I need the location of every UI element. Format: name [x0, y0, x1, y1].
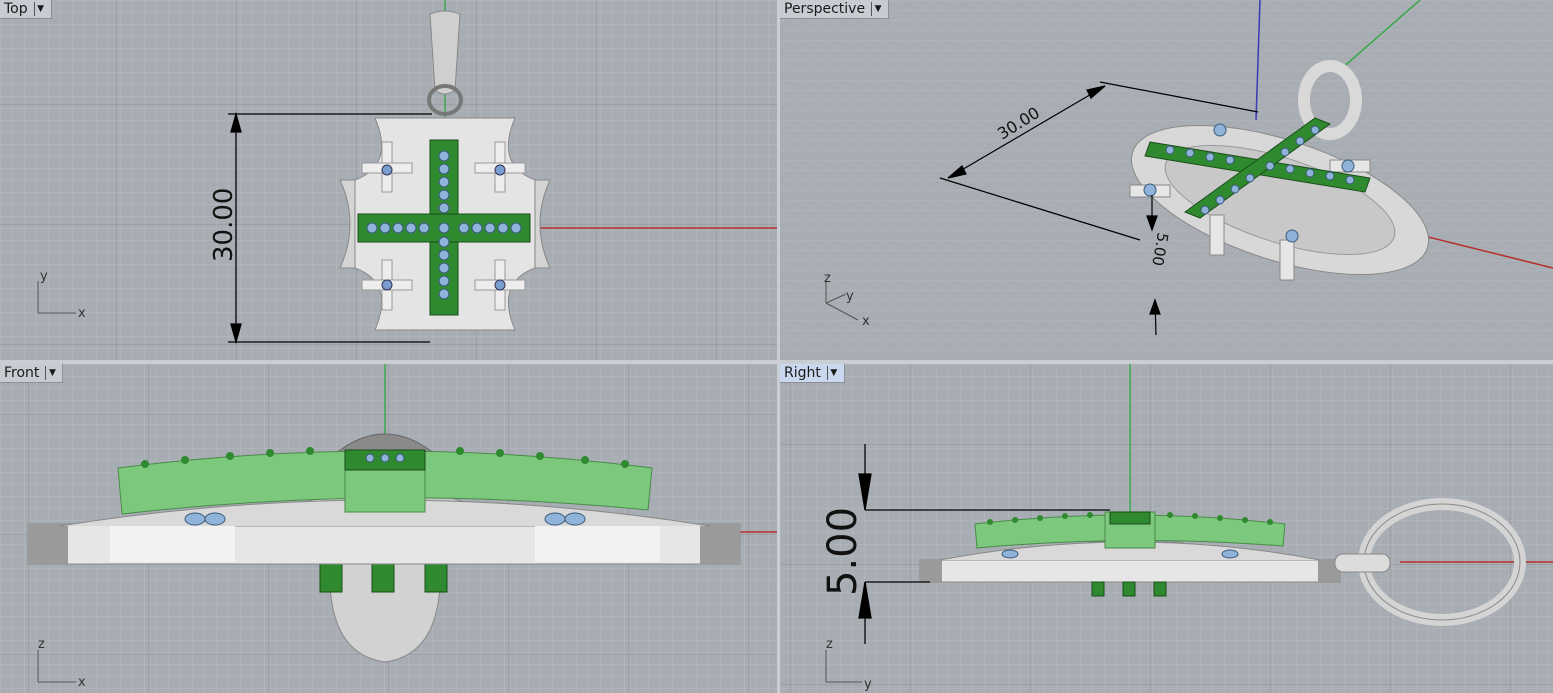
viewport-title: Perspective — [784, 1, 866, 17]
viewport-title: Front — [4, 365, 40, 381]
tab-top-viewport[interactable]: Top ▼ — [0, 0, 52, 19]
tab-perspective-viewport[interactable]: Perspective ▼ — [780, 0, 890, 19]
viewport-title: Top — [4, 1, 28, 17]
right-view-canvas[interactable]: 5.00 y z — [780, 364, 1553, 693]
svg-text:y: y — [40, 269, 48, 284]
viewport-perspective[interactable]: 30.00 5.00 x z y Perspective ▼ — [780, 0, 1553, 360]
right-dimension-text: 5.00 — [820, 507, 866, 596]
front-view-canvas[interactable]: x z — [0, 364, 777, 693]
tab-right-viewport[interactable]: Right ▼ — [780, 364, 845, 383]
svg-text:x: x — [862, 314, 870, 329]
svg-text:y: y — [846, 289, 854, 304]
viewport-top[interactable]: 30.00 x y Top ▼ — [0, 0, 777, 360]
svg-text:x: x — [78, 675, 86, 690]
svg-text:z: z — [38, 637, 45, 652]
svg-text:x: x — [78, 306, 86, 321]
chevron-down-icon[interactable]: ▼ — [871, 2, 884, 16]
perspective-view-canvas[interactable]: 30.00 5.00 x z y — [780, 0, 1553, 360]
viewport-right[interactable]: 5.00 y z Right ▼ — [780, 364, 1553, 693]
chevron-down-icon[interactable]: ▼ — [33, 2, 47, 16]
top-dimension-text: 30.00 — [209, 188, 239, 262]
svg-text:y: y — [864, 677, 872, 692]
chevron-down-icon[interactable]: ▼ — [45, 366, 58, 380]
svg-text:z: z — [824, 271, 831, 286]
viewport-title: Right — [784, 365, 821, 381]
chevron-down-icon[interactable]: ▼ — [826, 366, 840, 380]
top-view-canvas[interactable]: 30.00 x y — [0, 0, 777, 360]
svg-text:z: z — [826, 637, 833, 652]
tab-front-viewport[interactable]: Front ▼ — [0, 364, 64, 383]
viewport-front[interactable]: x z Front ▼ — [0, 364, 777, 693]
